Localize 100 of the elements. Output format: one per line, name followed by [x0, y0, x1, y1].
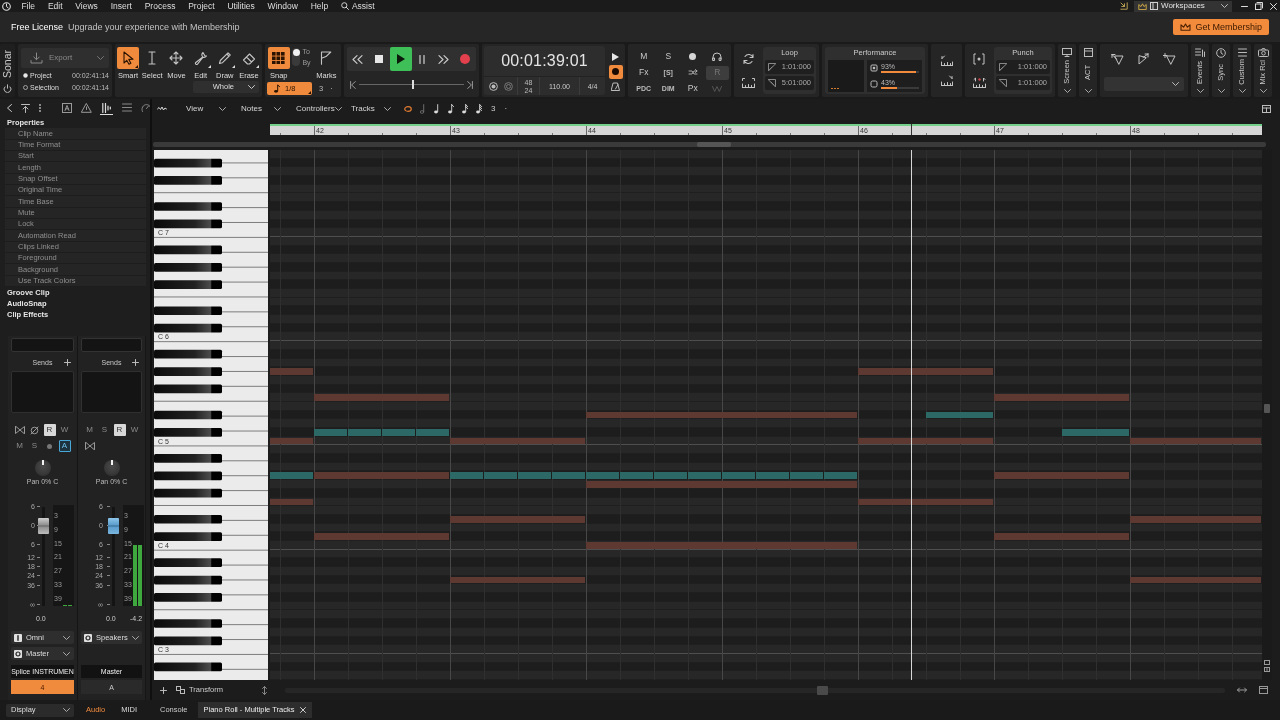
bowtie-icon[interactable]: [14, 426, 25, 434]
ruler-dots-icon[interactable]: [972, 77, 986, 88]
switch-position[interactable]: [292, 48, 301, 57]
midi-note[interactable]: [484, 472, 517, 480]
close-icon[interactable]: [300, 707, 307, 713]
assist-menu[interactable]: Assist: [334, 1, 381, 11]
midi-note[interactable]: [620, 472, 653, 480]
midi-note[interactable]: [824, 472, 857, 480]
strip-toggle-button[interactable]: R: [113, 424, 126, 436]
zoom-out-icon[interactable]: [1264, 660, 1270, 665]
metronome-icon[interactable]: [611, 82, 620, 91]
thirty-second-note-icon[interactable]: [476, 103, 482, 114]
slider-thumb[interactable]: [411, 80, 414, 89]
workspaces-dropdown[interactable]: Workspaces: [1134, 0, 1232, 12]
dotted-toggle[interactable]: ·: [504, 104, 508, 113]
inspector-tab[interactable]: [80, 101, 93, 115]
add-icon[interactable]: [132, 359, 139, 366]
quarter-note-icon[interactable]: [434, 103, 440, 114]
strip-toggle-button[interactable]: M: [83, 424, 96, 436]
add-icon[interactable]: [160, 686, 167, 694]
fader-handle[interactable]: [38, 517, 49, 534]
menu-button[interactable]: Notes: [231, 104, 286, 113]
menu-item[interactable]: Process: [138, 1, 182, 11]
menu-item[interactable]: Utilities: [221, 1, 262, 11]
marker-arrow-left-icon[interactable]: [1110, 53, 1125, 65]
menu-item[interactable]: Insert: [104, 1, 139, 11]
half-note-icon[interactable]: [420, 103, 426, 114]
midi-note[interactable]: [586, 472, 619, 480]
menu-button[interactable]: Tracks: [341, 104, 396, 113]
midi-note[interactable]: [552, 472, 585, 480]
inspector-tab[interactable]: [60, 101, 73, 115]
bracket-dot-icon[interactable]: [973, 53, 985, 65]
midi-note[interactable]: [518, 472, 551, 480]
inspector-tab[interactable]: [100, 101, 113, 115]
midi-note[interactable]: [790, 472, 823, 480]
strip-toggle-button[interactable]: S: [98, 424, 111, 436]
strip-toggle-button[interactable]: A: [58, 440, 71, 452]
arrow-into-corner-icon[interactable]: [1120, 2, 1128, 10]
marker-plus-icon[interactable]: [1163, 53, 1178, 65]
snap-button[interactable]: [267, 47, 290, 69]
midi-note[interactable]: [270, 472, 313, 480]
horizontal-scrollbar[interactable]: [153, 142, 1266, 147]
scrollbar-thumb[interactable]: [697, 142, 731, 147]
minimize-icon[interactable]: [1240, 5, 1248, 7]
oval-icon[interactable]: [404, 105, 412, 112]
crossed-arrows-icon[interactable]: [687, 68, 698, 77]
app-logo-icon[interactable]: [2, 1, 11, 11]
switch-position[interactable]: [292, 57, 301, 66]
skip-to-start-icon[interactable]: [350, 80, 356, 89]
phase-icon[interactable]: [30, 425, 39, 435]
fit-width-icon[interactable]: [1236, 687, 1247, 693]
fader-handle[interactable]: [108, 517, 119, 534]
sixteenth-note-icon[interactable]: [462, 103, 468, 114]
menu-button[interactable]: Controllers: [286, 104, 341, 113]
arrow-to-top-icon[interactable]: [21, 103, 30, 113]
piano-keyboard-drawing[interactable]: [154, 150, 268, 680]
target-icon[interactable]: [488, 81, 498, 91]
eighth-note-icon[interactable]: [448, 103, 454, 114]
menu-item[interactable]: File: [15, 1, 42, 11]
playhead-marker[interactable]: [911, 124, 913, 135]
flag-icon[interactable]: [320, 51, 333, 65]
play-icon[interactable]: [612, 53, 619, 61]
mix-toggle-button[interactable]: Px: [684, 82, 701, 95]
menu-item[interactable]: Views: [68, 1, 105, 11]
midi-note[interactable]: [688, 472, 721, 480]
window-icon[interactable]: [1258, 686, 1268, 694]
triplet-toggle[interactable]: 3: [491, 104, 496, 113]
record-mode-button[interactable]: [608, 64, 623, 79]
strip-toggle-button[interactable]: W: [128, 424, 141, 436]
get-membership-button[interactable]: Get Membership: [1173, 19, 1269, 35]
menu-item[interactable]: Help: [304, 1, 335, 11]
bowtie-icon[interactable]: [84, 442, 95, 450]
marker-arrow-right-icon[interactable]: [1138, 53, 1150, 65]
waveform-icon[interactable]: [157, 106, 167, 111]
strip-toggle-button[interactable]: S: [28, 440, 41, 452]
tool-button[interactable]: [117, 47, 140, 69]
menu-item[interactable]: Window: [261, 1, 305, 11]
ruler-end-icon[interactable]: [940, 75, 953, 87]
close-icon[interactable]: [1269, 2, 1277, 10]
pan-knob[interactable]: [103, 460, 120, 476]
resize-vertical-icon[interactable]: [261, 685, 267, 695]
restore-icon[interactable]: [1254, 2, 1263, 10]
midi-note[interactable]: [654, 472, 687, 480]
dot-icon[interactable]: [689, 53, 697, 60]
marker-dropdown[interactable]: [1104, 77, 1184, 91]
scrollbar-thumb[interactable]: [816, 685, 828, 695]
midi-note[interactable]: [722, 472, 755, 480]
headphones-icon[interactable]: [712, 52, 723, 61]
ruler-brackets-icon[interactable]: [741, 77, 755, 88]
midi-note[interactable]: [756, 472, 789, 480]
strip-toggle-button[interactable]: W: [58, 424, 71, 436]
add-icon[interactable]: [64, 359, 71, 366]
mix-toggle-button[interactable]: M: [637, 50, 651, 63]
ruler-start-icon[interactable]: [940, 54, 953, 66]
midi-note[interactable]: [926, 411, 993, 419]
zoom-in-icon[interactable]: [1264, 667, 1270, 672]
play-button[interactable]: [390, 47, 412, 71]
menu-item[interactable]: Project: [181, 1, 222, 11]
dot-icon[interactable]: [47, 443, 52, 449]
double-circle-icon[interactable]: [503, 81, 513, 91]
